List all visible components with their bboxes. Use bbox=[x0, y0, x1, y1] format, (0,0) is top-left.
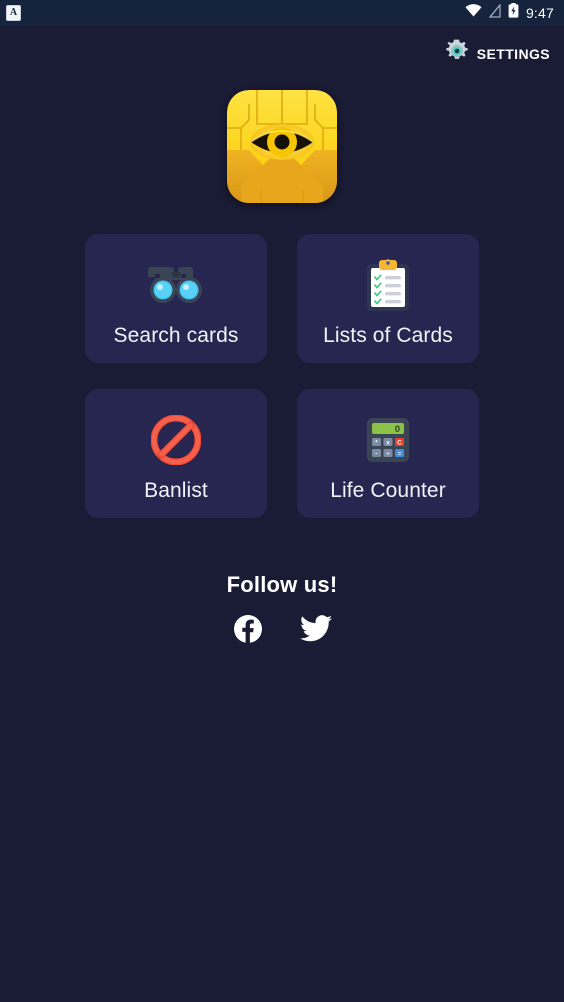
wifi-icon bbox=[465, 4, 482, 22]
settings-button[interactable]: SETTINGS bbox=[444, 38, 550, 69]
twitter-icon bbox=[300, 614, 332, 648]
app-logo bbox=[0, 90, 564, 203]
menu-card-search-cards[interactable]: Search cards bbox=[85, 234, 267, 363]
binoculars-icon bbox=[148, 256, 204, 314]
battery-charging-icon bbox=[508, 3, 519, 23]
menu-card-label: Life Counter bbox=[330, 478, 446, 502]
follow-us-section: Follow us! bbox=[0, 572, 564, 647]
status-bar: A 9:47 bbox=[0, 0, 564, 26]
svg-text:x: x bbox=[386, 439, 390, 446]
calculator-icon: 0 * x C - ÷ = bbox=[364, 411, 412, 469]
menu-card-label: Lists of Cards bbox=[323, 323, 453, 347]
settings-label: SETTINGS bbox=[476, 45, 550, 62]
twitter-link[interactable] bbox=[300, 614, 332, 648]
status-bar-left: A bbox=[6, 5, 21, 21]
menu-card-label: Banlist bbox=[144, 478, 208, 502]
menu-card-banlist[interactable]: Banlist bbox=[85, 389, 267, 518]
svg-text:=: = bbox=[398, 450, 402, 457]
signal-off-icon bbox=[488, 2, 501, 23]
app-screen: A 9:47 SETTINGS Search cards Lists of Ca… bbox=[0, 0, 564, 1002]
status-bar-clock: 9:47 bbox=[525, 5, 554, 21]
social-links bbox=[232, 614, 332, 649]
facebook-icon bbox=[233, 614, 263, 649]
gear-icon bbox=[444, 38, 470, 69]
clipboard-checklist-icon bbox=[365, 256, 411, 314]
millennium-puzzle-eye-logo bbox=[227, 90, 337, 203]
svg-text:C: C bbox=[397, 439, 402, 446]
status-bar-right: 9:47 bbox=[465, 2, 554, 23]
menu-card-lists-of-cards[interactable]: Lists of Cards bbox=[297, 234, 479, 363]
svg-text:-: - bbox=[375, 450, 377, 457]
menu-card-life-counter[interactable]: 0 * x C - ÷ = Life Counter bbox=[297, 389, 479, 518]
follow-us-title: Follow us! bbox=[226, 572, 338, 597]
app-notification-badge-icon: A bbox=[6, 5, 21, 21]
menu-grid: Search cards Lists of Cards Banlist 0 * … bbox=[85, 234, 479, 518]
calculator-display-value: 0 bbox=[395, 424, 400, 435]
svg-text:÷: ÷ bbox=[386, 450, 390, 457]
menu-card-label: Search cards bbox=[113, 323, 239, 347]
prohibition-icon bbox=[151, 411, 201, 469]
facebook-link[interactable] bbox=[232, 614, 264, 649]
